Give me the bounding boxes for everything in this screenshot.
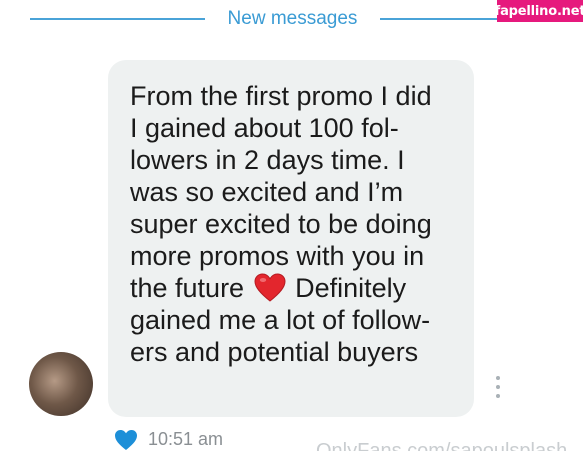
heart-icon[interactable] [114, 429, 138, 451]
message-line: super excited to be doing [130, 209, 432, 239]
message-bubble[interactable]: From the first promo I did I gained abou… [108, 60, 474, 417]
divider-line-left [30, 18, 205, 20]
message-line: From the first promo I did [130, 81, 432, 111]
red-heart-emoji-icon [254, 273, 286, 302]
message-line: was so excited and I’m [130, 177, 404, 207]
message-timestamp: 10:51 am [148, 429, 224, 449]
message-fragment: the future [130, 273, 245, 303]
more-options-icon[interactable] [494, 376, 502, 398]
message-fragment: Definitely [295, 273, 407, 303]
chat-screen: New messages fapellino.net From the firs… [0, 0, 583, 451]
sender-avatar[interactable] [29, 352, 93, 416]
message-line: more promos with you in [130, 241, 425, 271]
new-messages-divider-label: New messages [227, 8, 358, 29]
message-line: lowers in 2 days time. I [130, 145, 405, 175]
message-line: gained me a lot of follow- [130, 305, 431, 335]
footer-url-watermark: OnlyFans.com/sapoulsplash [316, 440, 568, 451]
message-line: I gained about 100 fol- [130, 113, 399, 143]
message-line-with-emoji: the future Definitely [130, 272, 452, 304]
watermark: fapellino.net [495, 0, 583, 22]
message-text: From the first promo I did I gained abou… [130, 80, 452, 368]
message-line: ers and potential buyers [130, 337, 419, 367]
